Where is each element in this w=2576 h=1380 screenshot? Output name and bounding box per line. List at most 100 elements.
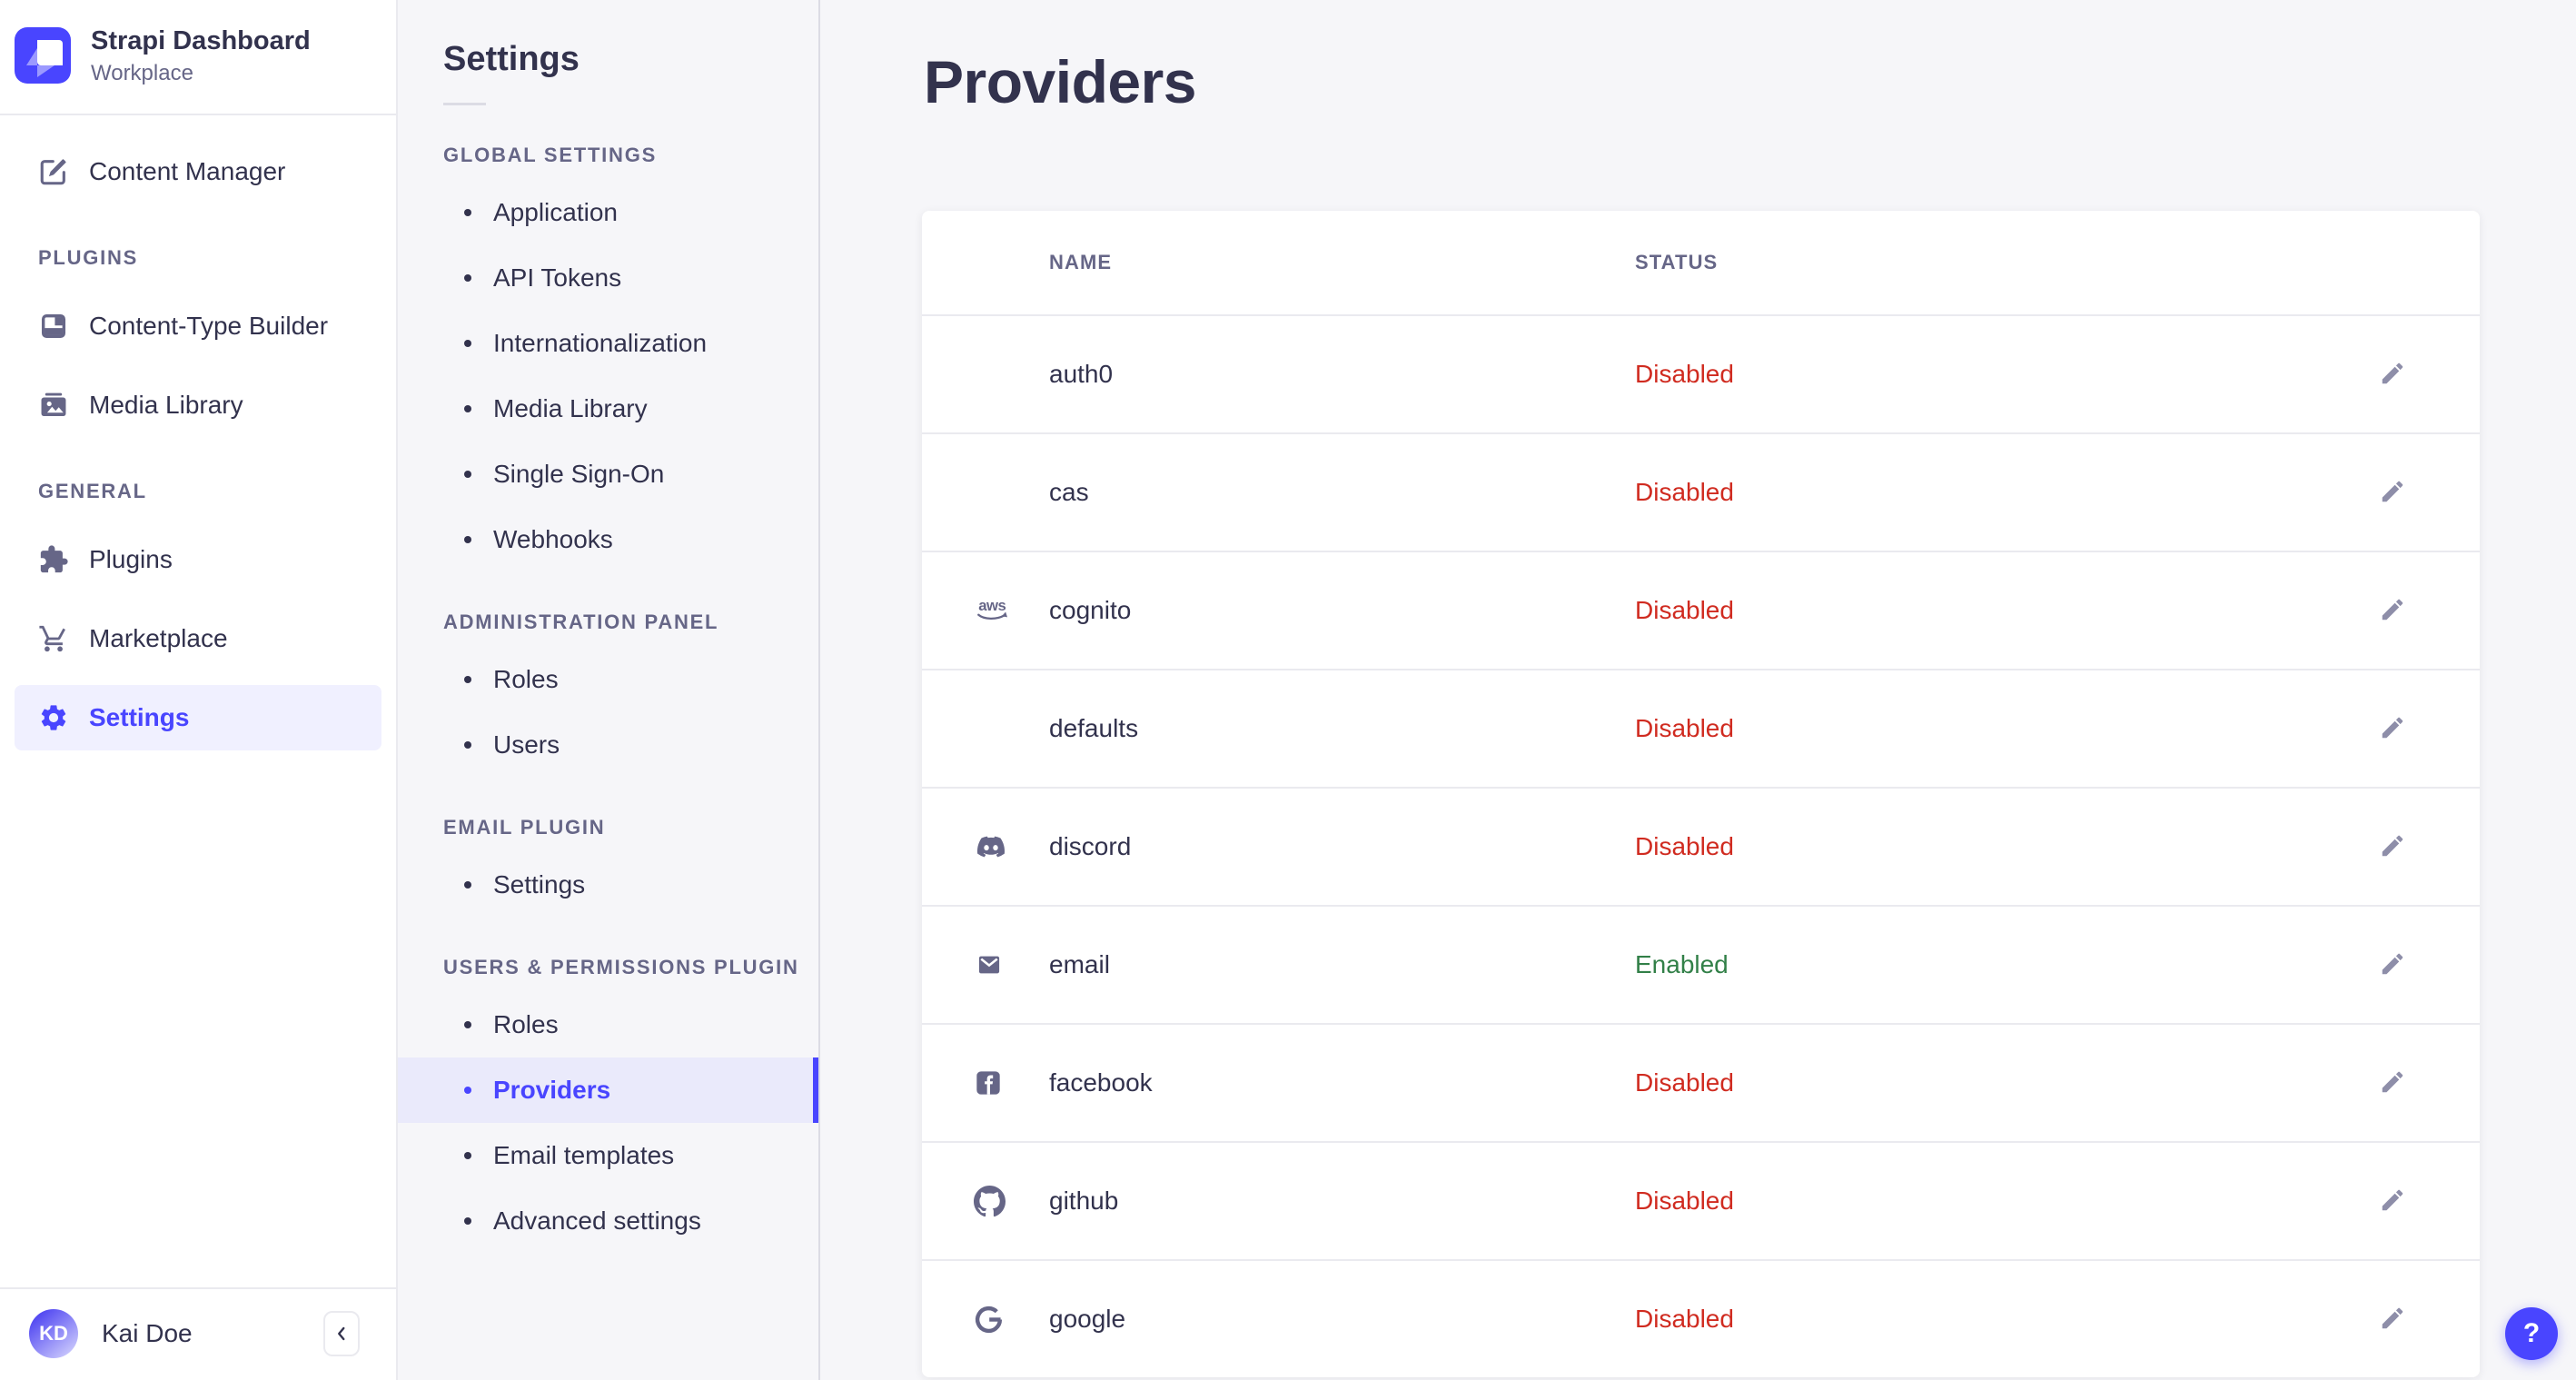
subnav-item-email-templates[interactable]: Email templates — [398, 1123, 818, 1188]
subnav-item-api-tokens[interactable]: API Tokens — [398, 245, 818, 311]
puzzle-icon — [38, 544, 69, 575]
github-icon — [974, 1185, 1006, 1217]
subnav-item-label: Users — [493, 730, 560, 759]
edit-provider-button[interactable] — [2373, 709, 2413, 749]
edit-provider-button[interactable] — [2373, 472, 2413, 512]
provider-name: facebook — [1049, 1068, 1153, 1097]
bullet-icon — [464, 471, 471, 478]
edit-provider-button[interactable] — [2373, 591, 2413, 630]
brand[interactable]: Strapi Dashboard Workplace — [0, 0, 396, 114]
status-badge: Disabled — [1635, 714, 1734, 742]
edit-provider-button[interactable] — [2373, 827, 2413, 867]
subnav-title: Settings — [443, 40, 580, 78]
provider-row-auth0[interactable]: auth0 Disabled — [922, 314, 2480, 432]
bullet-icon — [464, 1087, 471, 1094]
bullet-icon — [464, 274, 471, 282]
provider-name: github — [1049, 1186, 1119, 1215]
gear-icon — [38, 702, 69, 733]
providers-table-card: NAME STATUS auth0 Disabled cas Disabled aws c… — [922, 211, 2480, 1377]
email-icon — [974, 952, 1005, 978]
provider-row-defaults[interactable]: defaults Disabled — [922, 669, 2480, 787]
status-badge: Disabled — [1635, 1068, 1734, 1097]
layout-icon — [38, 311, 69, 342]
provider-row-discord[interactable]: discord Disabled — [922, 787, 2480, 905]
subnav-item-label: Single Sign-On — [493, 460, 665, 488]
provider-row-facebook[interactable]: facebook Disabled — [922, 1023, 2480, 1141]
subnav-item-webhooks[interactable]: Webhooks — [398, 507, 818, 572]
subnav-item-providers[interactable]: Providers — [398, 1057, 818, 1123]
app-shell: Strapi Dashboard Workplace Content Manag… — [0, 0, 2576, 1380]
provider-name: google — [1049, 1305, 1126, 1333]
subnav-item-roles[interactable]: Roles — [398, 647, 818, 712]
subnav-item-label: Roles — [493, 665, 559, 693]
subnav-section-label-email-plugin: EMAIL PLUGIN — [443, 816, 606, 839]
collapse-sidebar-button[interactable] — [323, 1311, 360, 1356]
subnav-item-advanced-settings[interactable]: Advanced settings — [398, 1188, 818, 1254]
provider-icon-cell — [974, 1185, 1049, 1217]
subnav-item-application[interactable]: Application — [398, 180, 818, 245]
pencil-icon — [2379, 1186, 2406, 1216]
cart-icon — [38, 623, 69, 654]
status-badge: Disabled — [1635, 360, 1734, 388]
svg-text:aws: aws — [978, 597, 1006, 614]
subnav-item-roles[interactable]: Roles — [398, 992, 818, 1057]
edit-provider-button[interactable] — [2373, 1181, 2413, 1221]
bullet-icon — [464, 1021, 471, 1028]
bullet-icon — [464, 881, 471, 889]
bullet-icon — [464, 1217, 471, 1225]
subnav-item-settings[interactable]: Settings — [398, 852, 818, 918]
bullet-icon — [464, 340, 471, 347]
subnav-item-label: Email templates — [493, 1141, 675, 1169]
subnav-item-internationalization[interactable]: Internationalization — [398, 311, 818, 376]
google-icon — [974, 1305, 1004, 1335]
pencil-icon — [2379, 832, 2406, 862]
subnav-item-label: API Tokens — [493, 263, 622, 292]
bullet-icon — [464, 1152, 471, 1159]
pencil-icon — [2379, 714, 2406, 744]
brand-subtitle: Workplace — [91, 60, 193, 85]
provider-name: cognito — [1049, 596, 1132, 624]
help-button[interactable]: ? — [2505, 1307, 2558, 1360]
sidebar-item-settings[interactable]: Settings — [15, 684, 381, 750]
provider-name: defaults — [1049, 714, 1139, 742]
status-badge: Disabled — [1635, 478, 1734, 506]
subnav-item-label: Providers — [493, 1076, 611, 1104]
sidebar-item-content-manager[interactable]: Content Manager — [15, 139, 381, 204]
provider-row-cognito[interactable]: aws cognito Disabled — [922, 551, 2480, 669]
bullet-icon — [464, 209, 471, 216]
sidebar-item-marketplace[interactable]: Marketplace — [15, 606, 381, 671]
edit-provider-button[interactable] — [2373, 1063, 2413, 1103]
sidebar-item-media-library[interactable]: Media Library — [15, 372, 381, 438]
pencil-icon — [2379, 596, 2406, 626]
main-sidebar: Strapi Dashboard Workplace Content Manag… — [0, 0, 398, 1380]
edit-provider-button[interactable] — [2373, 1299, 2413, 1339]
subnav-item-label: Internationalization — [493, 329, 708, 357]
sidebar-item-content-type-builder[interactable]: Content-Type Builder — [15, 293, 381, 359]
bullet-icon — [464, 676, 471, 683]
subnav-item-label: Advanced settings — [493, 1206, 701, 1235]
subnav-item-label: Media Library — [493, 394, 648, 422]
provider-name: discord — [1049, 832, 1132, 860]
subnav-section-label-global-settings: GLOBAL SETTINGS — [443, 144, 658, 166]
edit-provider-button[interactable] — [2373, 945, 2413, 985]
status-badge: Disabled — [1635, 596, 1734, 624]
provider-row-cas[interactable]: cas Disabled — [922, 432, 2480, 551]
avatar[interactable]: KD — [29, 1309, 78, 1358]
subnav-item-media-library[interactable]: Media Library — [398, 376, 818, 442]
sidebar-item-label: Content-Type Builder — [89, 311, 329, 340]
subnav-item-single-sign-on[interactable]: Single Sign-On — [398, 442, 818, 507]
provider-row-email[interactable]: email Enabled — [922, 905, 2480, 1023]
column-header-name: NAME — [1049, 251, 1113, 273]
pencil-icon — [2379, 950, 2406, 980]
subnav-item-label: Roles — [493, 1010, 559, 1038]
subnav-sections: GLOBAL SETTINGS Application API Tokens Inte… — [398, 144, 818, 1254]
pen-square-icon — [38, 156, 69, 187]
page-title: Providers — [924, 48, 1196, 115]
sidebar-item-plugins[interactable]: Plugins — [15, 527, 381, 592]
status-badge: Disabled — [1635, 1305, 1734, 1333]
provider-row-github[interactable]: github Disabled — [922, 1141, 2480, 1259]
edit-provider-button[interactable] — [2373, 354, 2413, 394]
subnav-item-users[interactable]: Users — [398, 712, 818, 778]
provider-row-google[interactable]: google Disabled — [922, 1259, 2480, 1377]
discord-icon — [974, 833, 1008, 860]
